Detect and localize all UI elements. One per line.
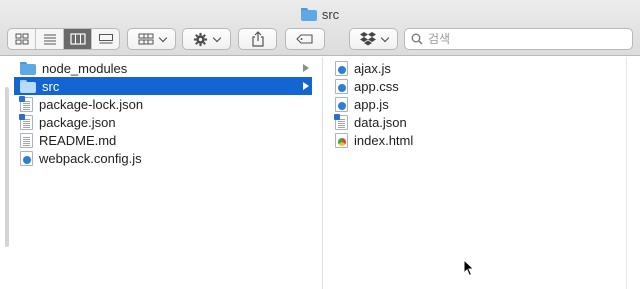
chevron-down-icon [212, 33, 222, 42]
view-mode-control[interactable] [7, 28, 120, 50]
finder-toolbar: src [0, 0, 640, 56]
group-by-button[interactable] [127, 28, 176, 50]
window-title: src [321, 6, 340, 22]
list-item-package-json[interactable]: package.json [14, 113, 312, 131]
list-item-app-css[interactable]: app.css [333, 77, 623, 95]
column-view-icon [69, 33, 86, 45]
window-title-bar: src [0, 4, 640, 24]
list-item-label: package.json [39, 114, 116, 130]
list-item-label: package-lock.json [39, 96, 144, 112]
group-icon [138, 33, 153, 45]
column-view-button[interactable] [64, 29, 92, 49]
list-item-webpack-config-js[interactable]: webpack.config.js [14, 149, 312, 167]
dropbox-button[interactable] [349, 28, 398, 50]
action-menu-button[interactable] [182, 28, 231, 50]
scrollbar[interactable] [5, 87, 9, 247]
column-src: ajax.js app.css app.js data.json index.h… [323, 57, 640, 289]
list-view-button[interactable] [36, 29, 64, 49]
json-file-icon [19, 95, 33, 112]
list-item-index-html[interactable]: index.html [333, 131, 623, 149]
list-item-label: data.json [354, 114, 407, 130]
list-item-ajax-js[interactable]: ajax.js [333, 59, 623, 77]
css-file-icon [335, 78, 348, 94]
search-field[interactable] [404, 28, 633, 50]
share-button[interactable] [238, 28, 277, 50]
list-item-label: index.html [354, 132, 414, 148]
list-item-label: src [42, 78, 60, 94]
list-item-data-json[interactable]: data.json [333, 113, 623, 131]
list-item-readme-md[interactable]: README.md [14, 131, 312, 149]
folder-icon [20, 79, 36, 93]
list-item-label: app.js [354, 96, 389, 112]
column-divider[interactable] [626, 57, 627, 289]
js-file-icon [335, 96, 348, 112]
column-project-root: node_modules src package-lock.json packa… [0, 57, 322, 289]
disclosure-arrow-icon [303, 64, 309, 72]
icon-view-button[interactable] [8, 29, 36, 49]
folder-icon [300, 7, 317, 21]
search-icon [411, 33, 423, 45]
dropbox-icon [359, 32, 376, 46]
json-file-icon [19, 113, 33, 130]
list-item-node-modules[interactable]: node_modules [14, 59, 312, 77]
chrome-html-file-icon [335, 132, 348, 148]
list-item-app-js[interactable]: app.js [333, 95, 623, 113]
list-item-package-lock-json[interactable]: package-lock.json [14, 95, 312, 113]
tag-icon [296, 34, 313, 44]
js-file-icon [335, 60, 348, 76]
list-item-src[interactable]: src [14, 77, 312, 95]
mouse-cursor-icon [463, 259, 475, 277]
folder-icon [20, 61, 36, 75]
disclosure-arrow-icon [303, 82, 309, 90]
gallery-view-button[interactable] [92, 29, 119, 49]
gear-icon [193, 32, 208, 46]
search-input[interactable] [428, 32, 618, 46]
tags-button[interactable] [285, 28, 325, 50]
list-item-label: ajax.js [354, 60, 391, 76]
list-item-label: webpack.config.js [39, 150, 142, 166]
list-item-label: app.css [354, 78, 399, 94]
text-file-icon [20, 132, 33, 148]
js-file-icon [20, 150, 33, 166]
gallery-view-icon [98, 34, 113, 44]
list-item-label: node_modules [42, 60, 128, 76]
chevron-down-icon [380, 33, 389, 42]
json-file-icon [334, 113, 348, 130]
list-item-label: README.md [39, 132, 117, 148]
share-icon [251, 31, 264, 47]
icon-view-icon [15, 33, 28, 45]
list-view-icon [43, 34, 56, 45]
chevron-down-icon [158, 33, 167, 42]
